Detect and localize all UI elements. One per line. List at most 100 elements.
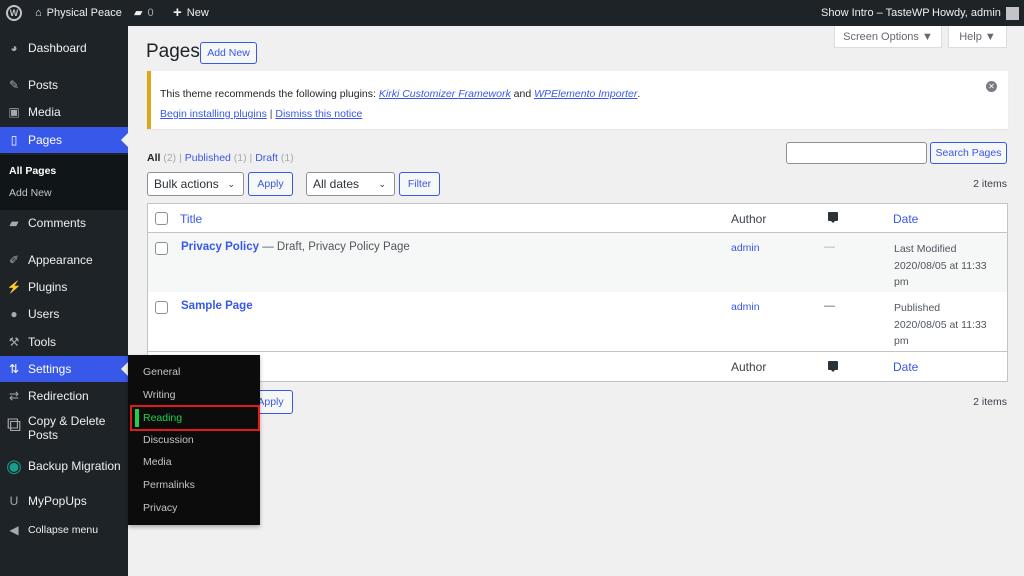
- date-column-header[interactable]: Date: [893, 212, 918, 226]
- copy-icon: ⧉: [6, 414, 22, 436]
- bulk-actions-select[interactable]: Bulk actions ⌄: [147, 172, 244, 196]
- plug-icon: ⚡: [6, 280, 22, 294]
- sidebar-item-backup-migration[interactable]: ◉ Backup Migration: [0, 453, 128, 479]
- sidebar-item-mypopups[interactable]: U MyPopUps: [0, 488, 128, 514]
- select-all-checkbox[interactable]: [155, 212, 168, 225]
- comment-count: —: [824, 241, 835, 253]
- backup-icon: ◉: [6, 455, 22, 476]
- comment-icon: ▰: [9, 216, 19, 230]
- mypopups-icon: U: [9, 494, 19, 508]
- comment-icon: [828, 361, 838, 372]
- submenu-all-pages[interactable]: All Pages: [9, 165, 56, 177]
- collapse-icon: ◀: [9, 523, 19, 537]
- view-all[interactable]: All: [147, 152, 160, 164]
- dismiss-notice-link[interactable]: Dismiss this notice: [275, 108, 362, 120]
- pin-icon: ✎: [8, 78, 20, 92]
- wrench-icon: ⚒: [8, 335, 20, 349]
- view-filters: All (2) | Published (1) | Draft (1): [147, 152, 294, 164]
- active-indicator: [135, 409, 139, 427]
- admin-sidebar: All Pages Add New ◕ Dashboard ✎ Posts ▣ Med…: [0, 26, 128, 576]
- kirki-link[interactable]: Kirki Customizer Framework: [379, 88, 511, 100]
- chevron-down-icon: ⌄: [378, 178, 386, 189]
- view-draft[interactable]: Draft: [255, 152, 278, 164]
- items-count-bottom: 2 items: [973, 396, 1007, 408]
- plus-icon: +: [173, 4, 182, 21]
- pages-icon: ▯: [10, 133, 18, 147]
- view-published[interactable]: Published: [185, 152, 231, 164]
- dates-select[interactable]: All dates ⌄: [306, 172, 395, 196]
- wpelemento-link[interactable]: WPElemento Importer: [534, 88, 637, 100]
- avatar: [1005, 6, 1019, 20]
- sidebar-item-media[interactable]: ▣ Media: [0, 99, 128, 125]
- filter-button[interactable]: Filter: [399, 172, 440, 196]
- author-column-footer: Author: [731, 360, 767, 374]
- sidebar-item-settings[interactable]: ⇅ Settings: [0, 356, 128, 382]
- sidebar-item-plugins[interactable]: ⚡ Plugins: [0, 274, 128, 300]
- sidebar-item-pages[interactable]: ▯ Pages: [0, 127, 128, 153]
- close-icon[interactable]: ✕: [986, 81, 997, 92]
- table-footer: Author Date: [148, 351, 1007, 382]
- home-icon: ⌂: [35, 7, 42, 19]
- search-pages-button[interactable]: Search Pages: [930, 142, 1007, 164]
- items-count: 2 items: [973, 178, 1007, 190]
- author-column-header: Author: [731, 212, 767, 226]
- account-menu[interactable]: Howdy, admin: [932, 0, 1019, 26]
- submenu-add-new[interactable]: Add New: [9, 187, 52, 199]
- comment-count: —: [824, 300, 835, 312]
- page-title-link[interactable]: Sample Page: [181, 300, 253, 312]
- new-content-link[interactable]: + New: [173, 0, 209, 26]
- sidebar-item-tools[interactable]: ⚒ Tools: [0, 329, 128, 355]
- help-button[interactable]: Help ▼: [948, 26, 1007, 48]
- comment-icon: ▰: [134, 7, 143, 19]
- screen-options-button[interactable]: Screen Options ▼: [834, 26, 942, 48]
- row-checkbox[interactable]: [155, 242, 168, 255]
- flyout-item-privacy[interactable]: Privacy: [143, 502, 177, 514]
- sidebar-item-users[interactable]: ● Users: [0, 301, 128, 327]
- add-new-button[interactable]: Add New: [200, 42, 257, 64]
- flyout-item-media[interactable]: Media: [143, 456, 172, 468]
- notice-text: This theme recommends the following plug…: [160, 88, 641, 100]
- page-title: Pages: [146, 41, 200, 62]
- flyout-item-general[interactable]: General: [143, 366, 180, 378]
- flyout-item-writing[interactable]: Writing: [143, 389, 175, 401]
- plugin-notice: This theme recommends the following plug…: [147, 71, 1008, 129]
- sidebar-item-dashboard[interactable]: ◕ Dashboard: [0, 35, 128, 61]
- redirect-icon: ⇄: [8, 389, 20, 403]
- wordpress-logo-icon[interactable]: W: [6, 0, 22, 26]
- user-icon: ●: [10, 307, 18, 321]
- table-row: Sample Page admin — Published 2020/08/05 …: [148, 292, 1007, 351]
- flyout-item-reading[interactable]: Reading: [143, 412, 182, 424]
- begin-installing-link[interactable]: Begin installing plugins: [160, 108, 267, 120]
- date-column-footer[interactable]: Date: [893, 360, 918, 374]
- search-input[interactable]: [786, 142, 927, 164]
- author-link[interactable]: admin: [731, 301, 760, 313]
- site-name-link[interactable]: ⌂ Physical Peace: [35, 0, 122, 26]
- sidebar-item-redirection[interactable]: ⇄ Redirection: [0, 383, 128, 409]
- brush-icon: ✐: [8, 253, 20, 267]
- author-link[interactable]: admin: [731, 242, 760, 254]
- page-title-link[interactable]: Privacy Policy: [181, 241, 259, 253]
- row-checkbox[interactable]: [155, 301, 168, 314]
- sidebar-item-posts[interactable]: ✎ Posts: [0, 72, 128, 98]
- flyout-item-discussion[interactable]: Discussion: [143, 434, 194, 446]
- sidebar-item-appearance[interactable]: ✐ Appearance: [0, 247, 128, 273]
- pages-submenu: All Pages Add New: [0, 155, 128, 210]
- comment-icon: [828, 212, 838, 223]
- table-row: Privacy Policy — Draft, Privacy Policy P…: [148, 233, 1007, 292]
- date-cell: Published 2020/08/05 at 11:33 pm: [894, 302, 987, 347]
- sidebar-item-comments[interactable]: ▰ Comments: [0, 210, 128, 236]
- notice-actions: Begin installing plugins | Dismiss this …: [160, 108, 363, 120]
- dashboard-icon: ◕: [10, 41, 18, 55]
- comments-link[interactable]: ▰ 0: [134, 0, 154, 26]
- flyout-item-permalinks[interactable]: Permalinks: [143, 479, 195, 491]
- collapse-menu-button[interactable]: ◀ Collapse menu: [0, 517, 128, 543]
- chevron-down-icon: ⌄: [227, 178, 235, 189]
- media-icon: ▣: [8, 105, 20, 119]
- apply-button[interactable]: Apply: [248, 172, 293, 196]
- sidebar-item-copy-delete-posts[interactable]: ⧉ Copy & Delete Posts: [0, 414, 128, 450]
- admin-bar: W ⌂ Physical Peace ▰ 0 + New Show Intro – T…: [0, 0, 1024, 26]
- pages-table: Title Author Date Privacy Policy — Draft…: [147, 203, 1008, 382]
- table-header: Title Author Date: [148, 204, 1007, 233]
- title-column-header[interactable]: Title: [180, 212, 202, 226]
- show-intro-link[interactable]: Show Intro – TasteWP: [821, 0, 930, 26]
